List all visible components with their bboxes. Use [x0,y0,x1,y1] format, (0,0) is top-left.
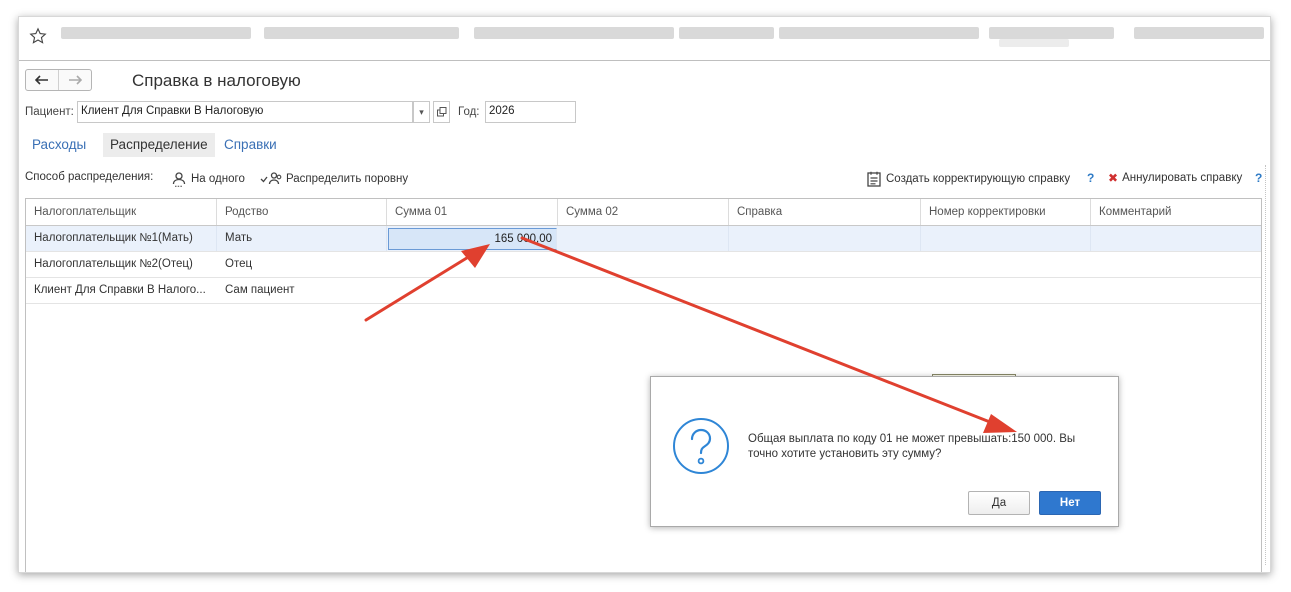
comment-cell[interactable] [1091,278,1261,303]
yes-button[interactable]: Да [968,491,1030,515]
table-row[interactable]: Налогоплательщик №1(Мать) Мать 165 000,0… [26,226,1261,252]
comment-cell[interactable] [1091,252,1261,277]
table-row[interactable]: Клиент Для Справки В Налого... Сам пацие… [26,278,1261,304]
relation-cell[interactable]: Отец [217,252,387,277]
browser-top-bar [19,17,1270,61]
sum01-input[interactable]: 165 000,00 [388,228,557,250]
patient-open-button[interactable] [433,101,450,123]
column-header[interactable]: Комментарий [1091,199,1261,225]
blurred-content [61,27,251,39]
sum02-cell[interactable] [558,252,729,277]
blurred-content [264,27,459,39]
distribute-evenly-button[interactable]: Распределить поровну [260,171,408,187]
column-header[interactable]: Справка [729,199,921,225]
forward-button[interactable] [59,70,91,90]
year-label: Год: [458,106,480,118]
help-icon[interactable]: ? [1255,171,1262,185]
blurred-content [779,27,979,39]
table-header: Налогоплательщик Родство Сумма 01 Сумма … [26,199,1261,226]
tab-distribution[interactable]: Распределение [103,133,215,157]
page-title: Справка в налоговую [132,71,301,90]
sum02-cell[interactable] [558,278,729,303]
distribute-evenly-label: Распределить поровну [286,173,409,185]
column-header[interactable]: Налогоплательщик [26,199,217,225]
blurred-content [999,39,1069,47]
blurred-content [679,27,774,39]
column-header[interactable]: Сумма 02 [558,199,729,225]
patient-row: Пациент: Клиент Для Справки В Налоговую … [25,101,625,125]
sum02-cell[interactable] [558,226,729,251]
blurred-content [474,27,674,39]
sum01-cell[interactable] [387,252,558,277]
chevron-down-icon: ▾ [419,106,424,117]
method-label: Способ распределения: [25,171,154,183]
open-window-icon [436,107,446,117]
arrow-left-icon [35,75,48,85]
relation-cell[interactable]: Сам пациент [217,278,387,303]
to-one-button[interactable]: На одного [171,171,245,187]
document-list-icon [867,171,881,187]
question-icon [673,418,729,474]
column-header[interactable]: Родство [217,199,387,225]
correction-number-cell[interactable] [921,252,1091,277]
correction-number-cell[interactable] [921,278,1091,303]
distribution-toolbar: Способ распределения: На одного Распреде… [19,167,1270,191]
no-button[interactable]: Нет [1039,491,1101,515]
back-button[interactable] [26,70,59,90]
patient-field[interactable]: Клиент Для Справки В Налоговую [77,101,413,123]
certificate-cell[interactable] [729,226,921,251]
tab-certificates[interactable]: Справки [217,133,284,157]
column-header[interactable]: Сумма 01 [387,199,558,225]
cancel-certificate-button[interactable]: ✖ Аннулировать справку [1108,171,1242,185]
dialog-message: Общая выплата по коду 01 не может превыш… [748,433,1076,460]
sum01-cell[interactable] [387,278,558,303]
patient-label: Пациент: [25,106,74,118]
patient-dropdown-button[interactable]: ▾ [413,101,430,123]
certificate-cell[interactable] [729,278,921,303]
taxpayer-cell[interactable]: Налогоплательщик №1(Мать) [26,226,217,251]
star-icon[interactable] [29,27,47,45]
taxpayer-cell[interactable]: Клиент Для Справки В Налого... [26,278,217,303]
correction-number-cell[interactable] [921,226,1091,251]
create-correction-button[interactable]: Создать корректирующую справку [866,171,1070,187]
tab-expenses[interactable]: Расходы [25,133,93,157]
scroll-edge [1265,165,1268,565]
year-field[interactable]: 2026 [485,101,576,123]
help-icon[interactable]: ? [1087,171,1094,185]
to-one-label: На одного [191,173,245,185]
person-icon [172,172,186,187]
create-correction-label: Создать корректирующую справку [886,173,1071,185]
blurred-content [989,27,1114,39]
cancel-certificate-label: Аннулировать справку [1122,172,1243,184]
relation-cell[interactable]: Мать [217,226,387,251]
comment-cell[interactable] [1091,226,1261,251]
group-check-icon [260,172,282,185]
taxpayer-cell[interactable]: Налогоплательщик №2(Отец) [26,252,217,277]
arrow-right-icon [69,75,82,85]
column-header[interactable]: Номер корректировки [921,199,1091,225]
close-icon: ✖ [1108,171,1119,185]
confirm-dialog: Общая выплата по коду 01 не может превыш… [650,376,1119,527]
history-nav [25,69,92,91]
certificate-cell[interactable] [729,252,921,277]
blurred-content [1134,27,1264,39]
table-row[interactable]: Налогоплательщик №2(Отец) Отец [26,252,1261,278]
